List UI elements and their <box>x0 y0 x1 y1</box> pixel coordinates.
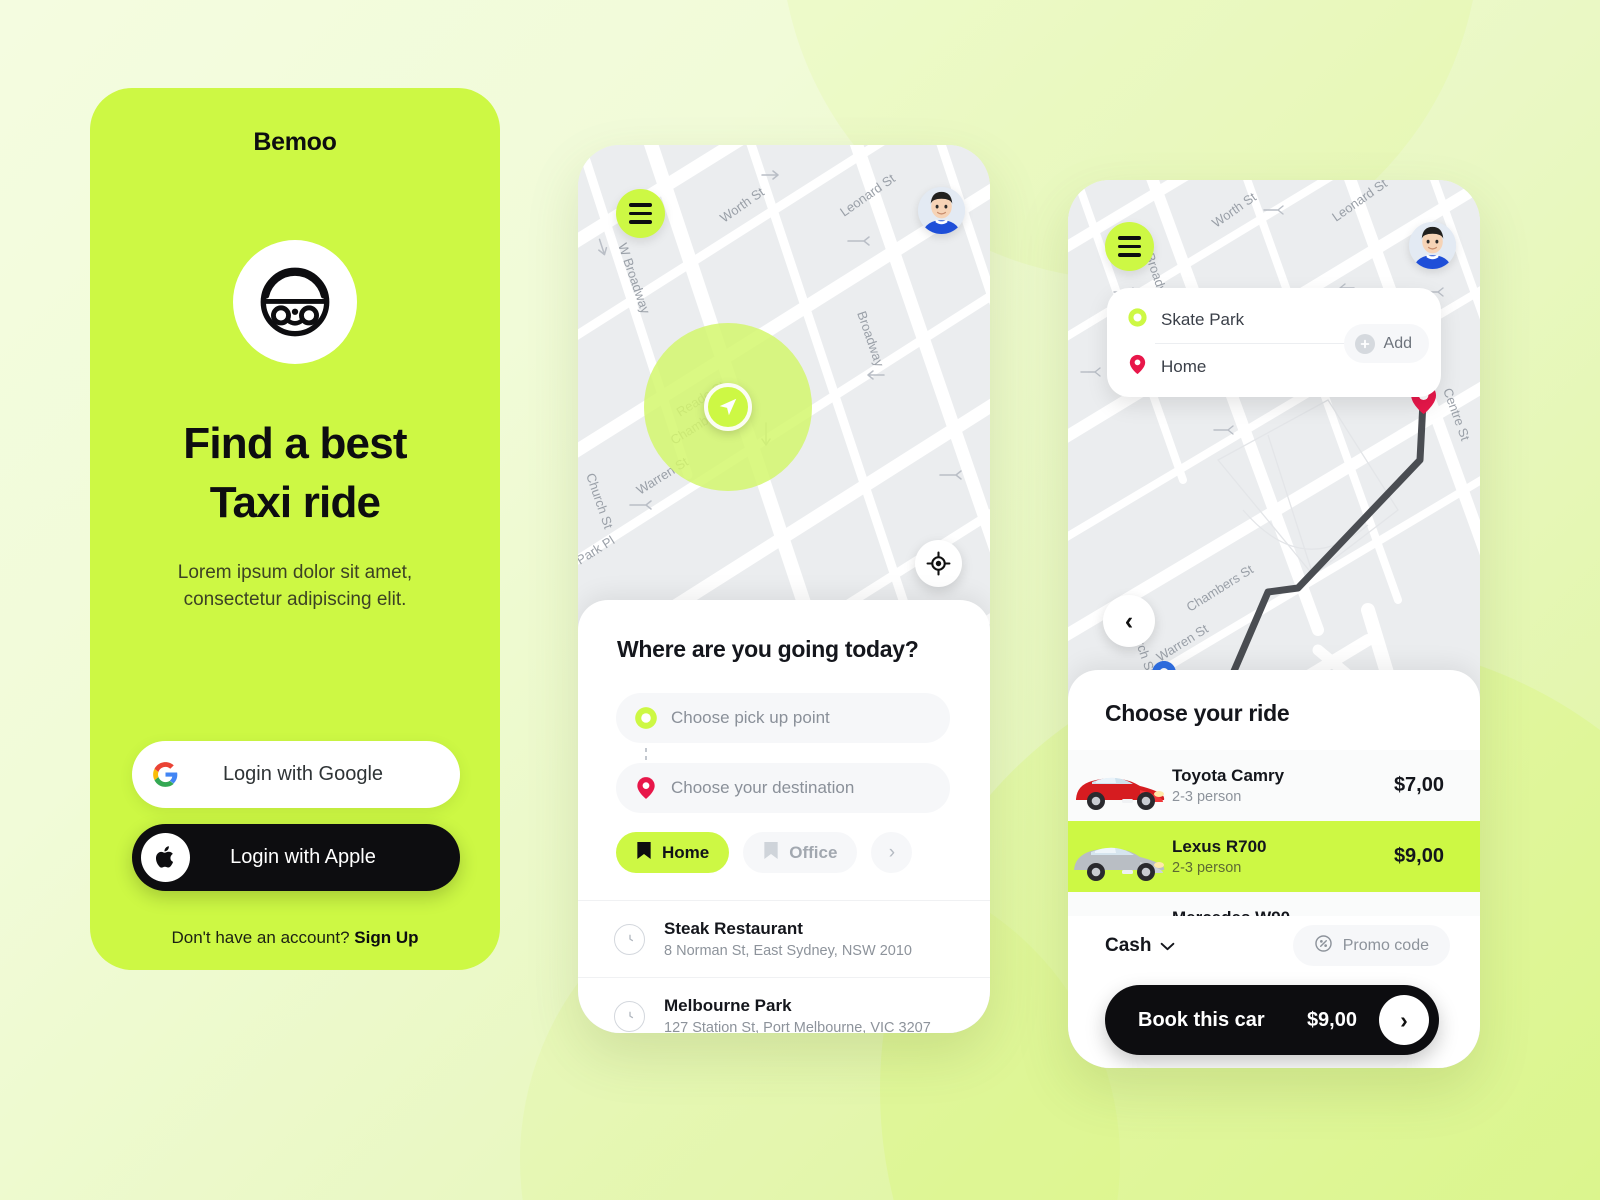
payment-method-selector[interactable]: Cash <box>1105 935 1175 957</box>
hero-subtitle-line-1: Lorem ipsum dolor sit amet, <box>177 562 413 583</box>
destination-label: Home <box>1161 357 1207 376</box>
signup-link[interactable]: Sign Up <box>354 928 418 947</box>
recent-place-address: 8 Norman St, East Sydney, NSW 2010 <box>664 943 912 959</box>
signup-prompt-text: Don't have an account? <box>171 928 355 947</box>
book-button-price: $9,00 <box>1306 1008 1357 1031</box>
car-image-black-sedan <box>1068 897 1170 917</box>
route-address-card: Skate Park Home Add <box>1107 288 1441 397</box>
login-with-apple-button[interactable]: Login with Apple <box>132 824 460 891</box>
destination-placeholder: Choose your destination <box>671 778 855 797</box>
app-brand-title: Bemoo <box>253 128 337 156</box>
ride-option-row[interactable]: Lexus R700 2-3 person $9,00 <box>1068 821 1480 892</box>
chevron-right-icon[interactable]: › <box>871 832 913 873</box>
promo-code-button[interactable]: Promo code <box>1292 925 1450 966</box>
add-stop-button[interactable]: Add <box>1343 324 1429 363</box>
ride-sheet-title: Choose your ride <box>1105 700 1290 726</box>
phone-screen-search: Worth St Leonard St W Broadway Broadway … <box>578 145 990 1033</box>
google-button-label: Login with Google <box>222 763 384 785</box>
ride-name: Toyota Camry <box>1172 766 1285 785</box>
crosshair-locate-icon[interactable] <box>915 540 962 587</box>
choose-ride-bottom-sheet: Choose your ride Toyota Camry 2-3 person… <box>1068 670 1480 1068</box>
user-avatar[interactable] <box>918 187 965 234</box>
ride-name: Mercedes W90 <box>1172 908 1383 916</box>
chip-office-label: Office <box>789 842 838 862</box>
car-image-silver-sedan <box>1068 826 1170 888</box>
clock-icon <box>614 1000 645 1032</box>
car-image-red-sedan <box>1068 755 1170 817</box>
green-circle-pin-icon <box>633 705 659 731</box>
hero-title-line-1: Find a best <box>183 419 407 468</box>
sheet-title: Where are you going today? <box>617 636 919 662</box>
payment-method-label: Cash <box>1105 934 1152 956</box>
payment-row: Cash Promo code <box>1105 925 1450 966</box>
login-with-google-button[interactable]: Login with Google <box>132 741 460 808</box>
phone-screen-choose-ride: Worth St Leonard St W Broadway Chambers … <box>1068 180 1480 1068</box>
ride-options-list[interactable]: Toyota Camry 2-3 person $7,00 Lexus R700… <box>1068 750 1480 916</box>
green-circle-pin-icon <box>1126 306 1149 334</box>
list-item[interactable]: Steak Restaurant 8 Norman St, East Sydne… <box>578 900 990 977</box>
page-title: Find a best Taxi ride <box>183 414 407 532</box>
pickup-placeholder: Choose pick up point <box>671 708 830 727</box>
recent-place-name: Melbourne Park <box>664 996 792 1015</box>
search-bottom-sheet: Where are you going today? Choose pick u… <box>578 600 990 1033</box>
navigation-arrow-icon[interactable] <box>704 383 752 431</box>
promo-code-label: Promo code <box>1342 936 1429 954</box>
ride-option-row[interactable]: Toyota Camry 2-3 person $7,00 <box>1068 750 1480 821</box>
steering-wheel-icon <box>233 240 357 364</box>
hero-subtitle-line-2: consectetur adipiscing elit. <box>183 589 407 610</box>
signup-prompt: Don't have an account? Sign Up <box>90 928 500 948</box>
plus-circle-icon <box>1354 333 1375 354</box>
ride-capacity: 2-3 person <box>1172 860 1242 876</box>
ride-name: Lexus R700 <box>1172 837 1267 856</box>
ride-price: $9,00 <box>1393 845 1444 867</box>
pickup-input[interactable]: Choose pick up point <box>616 693 950 743</box>
bookmark-icon <box>636 841 652 865</box>
book-button-label: Book this car <box>1138 1008 1265 1031</box>
chevron-right-icon: › <box>1379 995 1429 1045</box>
recent-place-address: 127 Station St, Port Melbourne, VIC 3207 <box>664 1020 931 1033</box>
hamburger-menu-icon[interactable] <box>1105 222 1154 271</box>
clock-icon <box>614 923 645 955</box>
ride-option-row[interactable]: Mercedes W90 2-3 person $10,00 <box>1068 892 1480 916</box>
recent-place-name: Steak Restaurant <box>664 919 803 938</box>
percent-badge-icon <box>1314 934 1333 958</box>
onboarding-hero-card: Bemoo Find a best Taxi ride Lorem ipsum … <box>90 88 500 970</box>
book-this-car-button[interactable]: Book this car $9,00 › <box>1105 985 1439 1055</box>
chevron-left-icon[interactable]: ‹ <box>1103 595 1155 647</box>
chip-home[interactable]: Home <box>616 832 730 873</box>
hamburger-menu-icon[interactable] <box>616 189 665 238</box>
hero-subtitle: Lorem ipsum dolor sit amet, consectetur … <box>178 559 412 613</box>
ride-capacity: 2-3 person <box>1172 789 1242 805</box>
apple-button-label: Login with Apple <box>230 846 376 868</box>
hero-title-line-2: Taxi ride <box>209 478 381 527</box>
chip-home-label: Home <box>662 842 710 862</box>
bookmark-icon <box>763 841 779 865</box>
user-avatar[interactable] <box>1409 222 1456 269</box>
list-item[interactable]: Melbourne Park 127 Station St, Port Melb… <box>578 977 990 1033</box>
chip-office[interactable]: Office <box>743 832 858 873</box>
red-map-pin-icon <box>633 775 659 801</box>
red-map-pin-icon <box>1126 353 1149 381</box>
ride-price: $7,00 <box>1393 774 1444 796</box>
add-stop-label: Add <box>1383 334 1412 352</box>
origin-label: Skate Park <box>1161 310 1245 329</box>
google-g-icon <box>141 750 190 799</box>
recent-places-list: Steak Restaurant 8 Norman St, East Sydne… <box>578 900 990 1033</box>
destination-input[interactable]: Choose your destination <box>616 763 950 813</box>
saved-places-chips: Home Office › <box>616 832 913 873</box>
chevron-down-icon <box>1160 935 1175 957</box>
apple-logo-icon <box>141 833 190 882</box>
